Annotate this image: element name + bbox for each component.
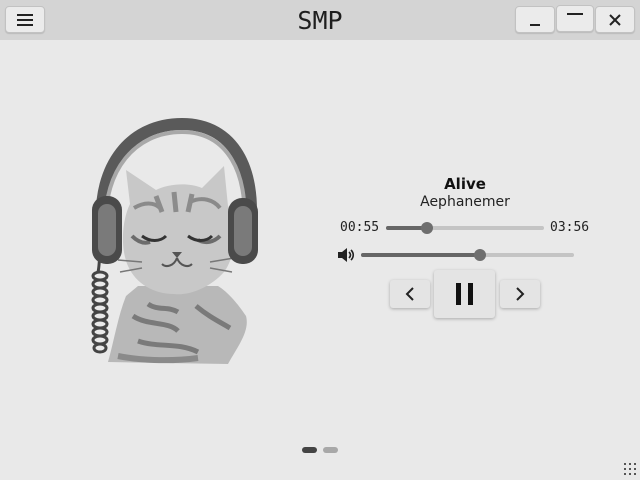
menu-button[interactable] <box>5 6 45 33</box>
album-art <box>91 117 258 364</box>
volume-fill <box>361 253 481 257</box>
progress-thumb[interactable] <box>421 222 434 234</box>
next-button[interactable] <box>500 280 540 308</box>
title-bar: SMP <box>0 0 640 40</box>
page-indicator-2[interactable] <box>323 447 338 453</box>
hamburger-menu-icon <box>17 13 33 26</box>
volume-slider[interactable] <box>361 249 574 261</box>
previous-button[interactable] <box>390 280 430 308</box>
track-title: Alive <box>444 175 486 193</box>
minimize-icon <box>530 23 540 26</box>
page-indicator-1[interactable] <box>302 447 317 453</box>
speaker-icon[interactable] <box>337 248 355 262</box>
close-icon <box>609 13 621 26</box>
minimize-button[interactable] <box>515 6 555 33</box>
maximize-icon <box>567 12 583 15</box>
track-artist: Aephanemer <box>420 194 510 210</box>
close-button[interactable] <box>595 6 635 33</box>
elapsed-time: 00:55 <box>340 220 380 235</box>
resize-grip-icon[interactable] <box>624 463 638 477</box>
pause-button[interactable] <box>434 270 495 318</box>
maximize-button[interactable] <box>556 5 594 32</box>
pause-icon <box>455 283 473 305</box>
chevron-left-icon <box>405 287 414 301</box>
chevron-right-icon <box>516 287 525 301</box>
total-duration: 03:56 <box>550 220 590 235</box>
volume-thumb[interactable] <box>474 249 487 261</box>
progress-slider[interactable] <box>386 222 544 234</box>
